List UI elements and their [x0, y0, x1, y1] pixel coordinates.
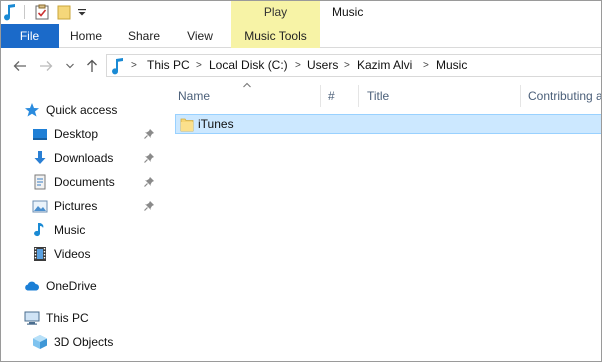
cube-icon — [32, 334, 48, 350]
column-header-title[interactable]: Title — [367, 83, 517, 109]
breadcrumb-music[interactable]: Music — [436, 55, 467, 76]
tab-share[interactable]: Share — [122, 24, 166, 48]
star-icon — [24, 102, 40, 118]
tab-view[interactable]: View — [178, 24, 222, 48]
sidebar-item-label: 3D Objects — [54, 335, 114, 349]
film-icon — [32, 246, 48, 262]
address-bar[interactable]: > This PC > Local Disk (C:) > Users > Ka… — [106, 54, 602, 77]
column-divider[interactable] — [320, 85, 321, 107]
column-header-number[interactable]: # — [328, 83, 358, 109]
pin-icon[interactable] — [143, 152, 155, 164]
sidebar-item-this-pc[interactable]: This PC — [24, 307, 160, 329]
ribbon-tabs: File Home Share View Music Tools — [0, 24, 602, 48]
sidebar-item-label: Quick access — [46, 103, 118, 117]
file-name: iTunes — [198, 117, 234, 131]
sidebar-item-music[interactable]: Music — [32, 219, 160, 241]
music-note-icon — [2, 3, 18, 21]
computer-icon — [24, 310, 40, 326]
table-row[interactable]: iTunes — [175, 114, 602, 134]
tab-home[interactable]: Home — [62, 24, 110, 48]
properties-icon[interactable] — [33, 3, 51, 21]
sidebar-item-label: OneDrive — [46, 279, 97, 293]
tab-file[interactable]: File — [0, 24, 59, 48]
customize-toolbar-chevron-icon[interactable] — [76, 3, 88, 21]
column-divider[interactable] — [358, 85, 359, 107]
sidebar-item-label: Pictures — [54, 199, 98, 213]
contextual-tab-group-header: Play — [231, 0, 320, 24]
sidebar-item-onedrive[interactable]: OneDrive — [24, 275, 160, 297]
sidebar-item-label: Documents — [54, 175, 115, 189]
window-title: Music — [332, 5, 364, 19]
pin-icon[interactable] — [143, 176, 155, 188]
breadcrumb-chevron-icon[interactable]: > — [344, 55, 350, 76]
sidebar-item-label: Downloads — [54, 151, 114, 165]
cloud-icon — [24, 278, 40, 294]
sidebar-item-documents[interactable]: Documents — [32, 171, 160, 193]
sidebar-item-label: Desktop — [54, 127, 99, 141]
recent-locations-chevron-icon[interactable] — [62, 57, 78, 75]
desktop-icon — [32, 126, 48, 142]
breadcrumb-chevron-icon[interactable]: > — [196, 55, 202, 76]
new-folder-icon[interactable] — [56, 3, 72, 21]
column-divider[interactable] — [520, 85, 521, 107]
music-note-icon — [111, 57, 125, 78]
sidebar-item-3d-objects[interactable]: 3D Objects — [32, 331, 160, 353]
breadcrumb-chevron-icon[interactable]: > — [295, 55, 301, 76]
breadcrumb-chevron-icon[interactable]: > — [131, 55, 137, 76]
pin-icon[interactable] — [143, 128, 155, 140]
sidebar-item-videos[interactable]: Videos — [32, 243, 160, 265]
forward-arrow-icon[interactable] — [38, 57, 54, 75]
up-arrow-icon[interactable] — [84, 57, 100, 75]
back-arrow-icon[interactable] — [12, 57, 28, 75]
music-note-icon — [32, 222, 48, 238]
column-header-contributing-artists[interactable]: Contributing a — [528, 83, 602, 109]
file-list: Name # Title Contributing a iTunes — [160, 82, 602, 362]
column-header-name[interactable]: Name — [178, 83, 318, 109]
breadcrumb-local-disk[interactable]: Local Disk (C:) — [209, 55, 288, 76]
sidebar-item-label: Videos — [54, 247, 91, 261]
tab-music-tools[interactable]: Music Tools — [231, 24, 320, 48]
breadcrumb-chevron-icon[interactable]: > — [423, 55, 429, 76]
sidebar-item-quick-access[interactable]: Quick access — [24, 99, 160, 121]
download-icon — [32, 150, 48, 166]
sidebar-item-desktop[interactable]: Desktop — [32, 123, 160, 145]
navigation-pane: Quick access Desktop Downloads Documents… — [0, 83, 160, 362]
pin-icon[interactable] — [143, 200, 155, 212]
navigation-bar: > This PC > Local Disk (C:) > Users > Ka… — [0, 49, 602, 83]
sidebar-item-downloads[interactable]: Downloads — [32, 147, 160, 169]
title-bar: Play Music — [0, 0, 602, 24]
breadcrumb-kazim-alvi[interactable]: Kazim Alvi — [357, 55, 412, 76]
sidebar-item-pictures[interactable]: Pictures — [32, 195, 160, 217]
sidebar-item-label: This PC — [46, 311, 89, 325]
breadcrumb-users[interactable]: Users — [307, 55, 338, 76]
document-icon — [32, 174, 48, 190]
sidebar-item-label: Music — [54, 223, 86, 237]
folder-icon — [180, 116, 194, 135]
picture-icon — [32, 198, 48, 214]
breadcrumb-this-pc[interactable]: This PC — [147, 55, 190, 76]
toolbar-separator — [24, 5, 25, 19]
